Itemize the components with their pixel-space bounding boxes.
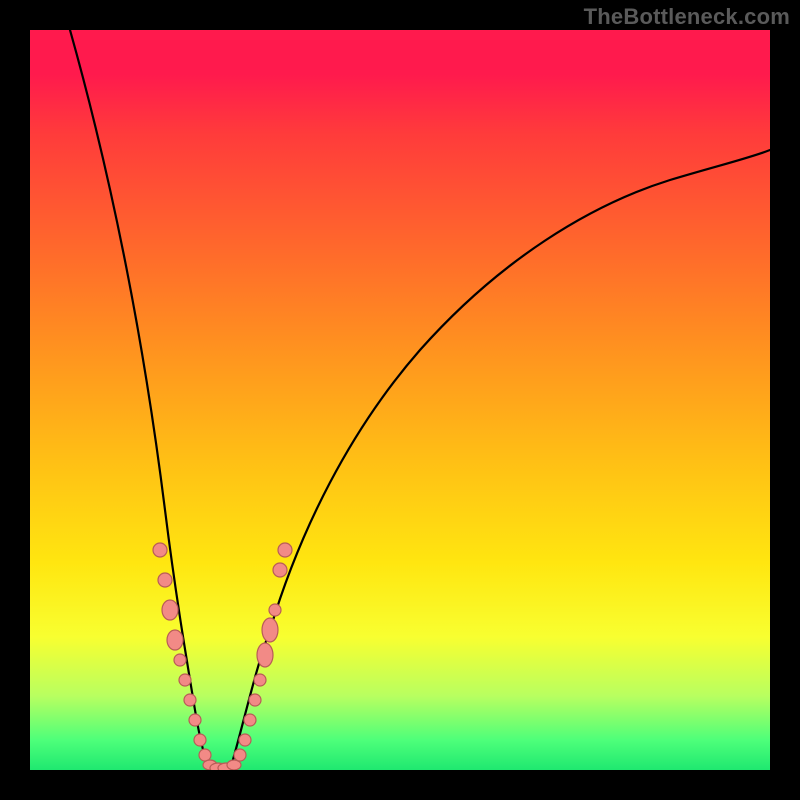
marker-dot xyxy=(153,543,167,557)
marker-dot xyxy=(179,674,191,686)
marker-dot xyxy=(273,563,287,577)
marker-dot xyxy=(234,749,246,761)
marker-dot xyxy=(278,543,292,557)
marker-dot xyxy=(249,694,261,706)
marker-dot xyxy=(239,734,251,746)
curve-svg xyxy=(30,30,770,770)
watermark-text: TheBottleneck.com xyxy=(584,4,790,30)
marker-dot xyxy=(162,600,178,620)
marker-dot xyxy=(244,714,256,726)
marker-dot xyxy=(254,674,266,686)
curve-left-branch xyxy=(70,30,210,770)
plot-area xyxy=(30,30,770,770)
marker-dot xyxy=(199,749,211,761)
marker-dot xyxy=(257,643,273,667)
marker-dot xyxy=(158,573,172,587)
marker-dot xyxy=(194,734,206,746)
marker-dot xyxy=(262,618,278,642)
marker-dot xyxy=(184,694,196,706)
chart-stage: TheBottleneck.com xyxy=(0,0,800,800)
marker-dot xyxy=(189,714,201,726)
marker-dot xyxy=(269,604,281,616)
marker-dot xyxy=(174,654,186,666)
curve-right-branch xyxy=(230,150,770,770)
marker-dot xyxy=(167,630,183,650)
